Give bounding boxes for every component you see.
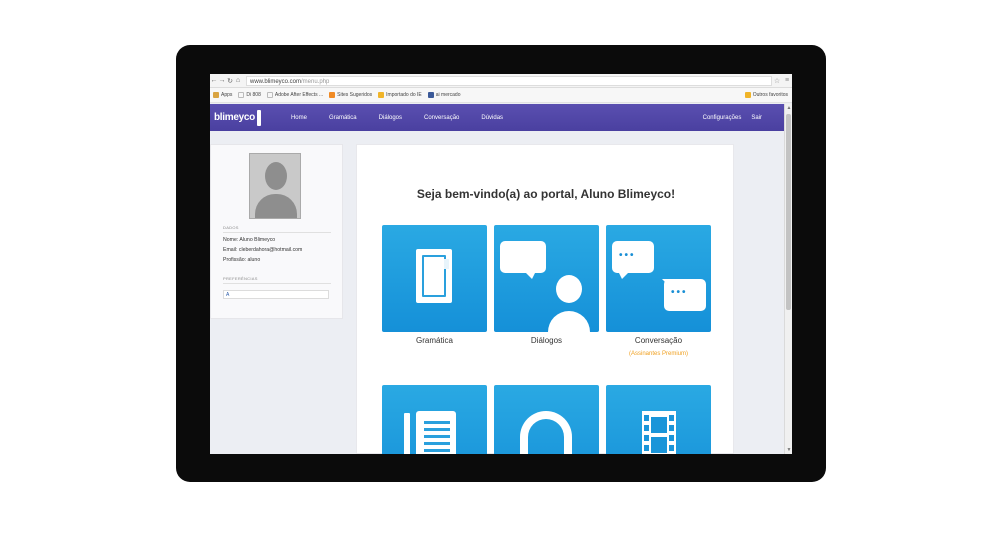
headphones-icon (520, 411, 572, 454)
tile-dialogos[interactable] (494, 225, 599, 332)
bookmark-sites-sugeridos[interactable]: Sites Sugeridos (329, 92, 372, 98)
scroll-thumb[interactable] (786, 114, 791, 310)
bookmark-adobe[interactable]: Adobe After Effects ... (266, 92, 324, 98)
bookmark-importado[interactable]: Importado do IE (378, 92, 422, 98)
tile-conversacao-label[interactable]: Conversação (606, 336, 711, 345)
bookmark-ai-mercado[interactable]: ai mercado (427, 92, 461, 98)
bookmark-label: Importado do IE (386, 92, 422, 98)
url-field[interactable]: www.blimeyco.com/menu.php (246, 75, 772, 86)
screen: ← → ↻ ⌂ www.blimeyco.com/menu.php ☆ ≡ Ap… (210, 74, 792, 454)
section-preferences-label: PREFERÊNCIAS (223, 276, 258, 281)
avatar (249, 153, 301, 219)
profile-email: Email: cleberdahora@hotmail.com (223, 247, 303, 253)
bookmark-label: Apps (221, 92, 233, 98)
page-icon (238, 92, 245, 98)
folder-icon (744, 92, 751, 98)
url-path: /menu.php (301, 78, 330, 85)
bookmark-apps[interactable]: Apps (213, 92, 232, 98)
bookmark-label: ai mercado (435, 92, 461, 98)
page-icon (266, 92, 273, 98)
profile-panel: DADOS Nome: Aluno Blimeyco Email: cleber… (210, 144, 343, 319)
back-icon[interactable]: ← (210, 77, 218, 84)
bookmark-other[interactable]: Outros favoritos (744, 92, 788, 98)
bookmark-label: Di 808 (246, 92, 261, 98)
welcome-heading: Seja bem-vindo(a) ao portal, Aluno Blime… (416, 187, 676, 201)
bookmark-label: Adobe After Effects ... (274, 92, 324, 98)
facebook-icon (427, 92, 434, 98)
bookmark-label: Sites Sugeridos (337, 92, 373, 98)
bookmark-di808[interactable]: Di 808 (238, 92, 261, 98)
nav-sair[interactable]: Sair (751, 115, 762, 121)
home-icon[interactable]: ⌂ (234, 77, 242, 84)
apps-icon (213, 92, 219, 98)
forward-icon[interactable]: → (218, 77, 226, 84)
bookmark-star-icon[interactable]: ☆ (772, 77, 782, 85)
premium-note: (Assinantes Premium) (628, 351, 688, 357)
menu-icon[interactable]: ≡ (782, 77, 792, 84)
profile-name: Nome: Aluno Blimeyco (223, 237, 276, 243)
address-bar: ← → ↻ ⌂ www.blimeyco.com/menu.php ☆ ≡ (210, 74, 792, 88)
preferences-field[interactable]: A (223, 290, 329, 299)
nav-dialogos[interactable]: Diálogos (379, 115, 402, 121)
document-icon (416, 411, 456, 454)
nav-gramatica[interactable]: Gramática (329, 115, 357, 121)
nav-duvidas[interactable]: Dúvidas (481, 115, 503, 121)
reload-icon[interactable]: ↻ (226, 77, 234, 85)
tile-audio[interactable] (494, 385, 599, 454)
logo[interactable]: blimeyco (214, 109, 261, 126)
profile-profession: Profissão: aluno (223, 257, 261, 263)
film-icon (642, 411, 676, 454)
avatar-body (255, 194, 297, 218)
bookmarks-bar: Apps Di 808 Adobe After Effects ... Site… (210, 88, 792, 103)
main-panel: Seja bem-vindo(a) ao portal, Aluno Blime… (356, 144, 734, 454)
site-navbar: blimeyco Home Gramática Diálogos Convers… (210, 104, 784, 131)
scroll-down-icon[interactable]: ▼ (786, 447, 792, 453)
avatar-head (265, 162, 287, 190)
url-host: www.blimeyco.com (250, 78, 302, 85)
tile-video[interactable] (606, 385, 711, 454)
tile-gramatica-label[interactable]: Gramática (382, 336, 487, 345)
scroll-up-icon[interactable]: ▲ (786, 105, 792, 111)
divider (223, 232, 331, 233)
book-icon (416, 249, 452, 303)
logo-mark-icon (256, 109, 261, 126)
pencil-icon (404, 413, 410, 454)
logo-text: blimeyco (214, 112, 255, 123)
tile-conversacao[interactable]: ••• ••• (606, 225, 711, 332)
nav-configuracoes[interactable]: Configurações (703, 115, 742, 121)
folder-icon (378, 92, 385, 98)
section-dados-label: DADOS (223, 225, 239, 230)
nav-right: Configurações Sair (703, 115, 762, 121)
scrollbar[interactable]: ▲ ▼ (784, 104, 792, 454)
tile-dialogos-label[interactable]: Diálogos (494, 336, 599, 345)
nav-conversacao[interactable]: Conversação (424, 115, 459, 121)
tile-texto[interactable] (382, 385, 487, 454)
divider (223, 283, 331, 284)
nav-home[interactable]: Home (291, 115, 307, 121)
tile-gramatica[interactable] (382, 225, 487, 332)
suggested-sites-icon (329, 92, 336, 98)
bookmark-label: Outros favoritos (752, 92, 788, 98)
